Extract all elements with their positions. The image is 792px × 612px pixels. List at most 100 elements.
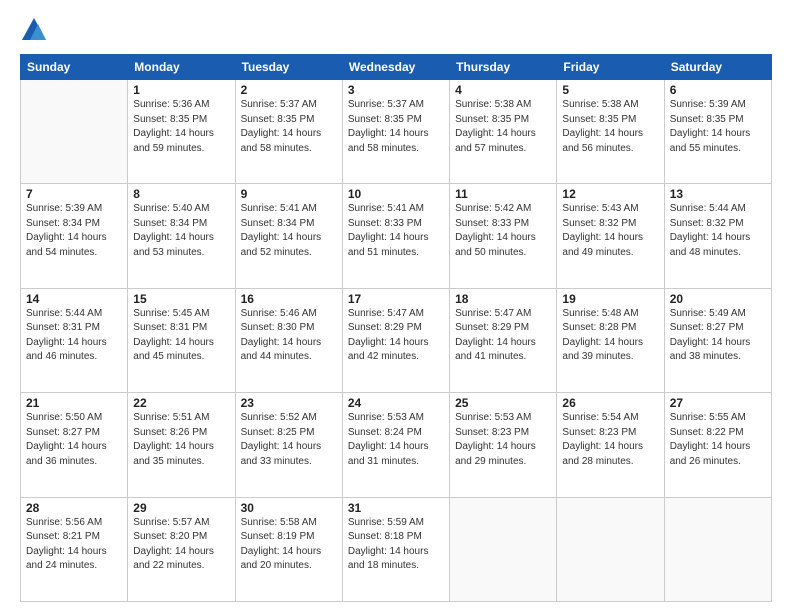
header — [20, 16, 772, 44]
calendar-cell: 26Sunrise: 5:54 AMSunset: 8:23 PMDayligh… — [557, 393, 664, 497]
day-number: 19 — [562, 292, 658, 306]
day-number: 1 — [133, 83, 229, 97]
day-number: 16 — [241, 292, 337, 306]
day-info: Sunrise: 5:53 AMSunset: 8:23 PMDaylight:… — [455, 411, 551, 469]
calendar-cell: 18Sunrise: 5:47 AMSunset: 8:29 PMDayligh… — [450, 288, 557, 392]
day-info: Sunrise: 5:42 AMSunset: 8:33 PMDaylight:… — [455, 202, 551, 260]
calendar-week-1: 1Sunrise: 5:36 AMSunset: 8:35 PMDaylight… — [21, 80, 772, 184]
day-info: Sunrise: 5:39 AMSunset: 8:35 PMDaylight:… — [670, 98, 766, 156]
day-info: Sunrise: 5:51 AMSunset: 8:26 PMDaylight:… — [133, 411, 229, 469]
calendar-cell: 13Sunrise: 5:44 AMSunset: 8:32 PMDayligh… — [664, 184, 771, 288]
calendar-cell: 11Sunrise: 5:42 AMSunset: 8:33 PMDayligh… — [450, 184, 557, 288]
day-info: Sunrise: 5:37 AMSunset: 8:35 PMDaylight:… — [348, 98, 444, 156]
day-info: Sunrise: 5:58 AMSunset: 8:19 PMDaylight:… — [241, 516, 337, 574]
calendar-cell: 15Sunrise: 5:45 AMSunset: 8:31 PMDayligh… — [128, 288, 235, 392]
day-info: Sunrise: 5:49 AMSunset: 8:27 PMDaylight:… — [670, 307, 766, 365]
day-number: 6 — [670, 83, 766, 97]
day-info: Sunrise: 5:39 AMSunset: 8:34 PMDaylight:… — [26, 202, 122, 260]
calendar-cell: 5Sunrise: 5:38 AMSunset: 8:35 PMDaylight… — [557, 80, 664, 184]
calendar-cell: 9Sunrise: 5:41 AMSunset: 8:34 PMDaylight… — [235, 184, 342, 288]
day-number: 25 — [455, 396, 551, 410]
calendar-header-sunday: Sunday — [21, 55, 128, 80]
day-info: Sunrise: 5:56 AMSunset: 8:21 PMDaylight:… — [26, 516, 122, 574]
calendar-header-friday: Friday — [557, 55, 664, 80]
day-info: Sunrise: 5:40 AMSunset: 8:34 PMDaylight:… — [133, 202, 229, 260]
calendar-cell: 31Sunrise: 5:59 AMSunset: 8:18 PMDayligh… — [342, 497, 449, 601]
calendar-cell: 30Sunrise: 5:58 AMSunset: 8:19 PMDayligh… — [235, 497, 342, 601]
day-number: 28 — [26, 501, 122, 515]
day-info: Sunrise: 5:47 AMSunset: 8:29 PMDaylight:… — [455, 307, 551, 365]
day-number: 5 — [562, 83, 658, 97]
calendar-cell: 3Sunrise: 5:37 AMSunset: 8:35 PMDaylight… — [342, 80, 449, 184]
day-info: Sunrise: 5:50 AMSunset: 8:27 PMDaylight:… — [26, 411, 122, 469]
logo — [20, 16, 52, 44]
day-number: 11 — [455, 187, 551, 201]
calendar-week-5: 28Sunrise: 5:56 AMSunset: 8:21 PMDayligh… — [21, 497, 772, 601]
calendar-week-4: 21Sunrise: 5:50 AMSunset: 8:27 PMDayligh… — [21, 393, 772, 497]
day-number: 2 — [241, 83, 337, 97]
calendar-cell: 1Sunrise: 5:36 AMSunset: 8:35 PMDaylight… — [128, 80, 235, 184]
day-info: Sunrise: 5:44 AMSunset: 8:31 PMDaylight:… — [26, 307, 122, 365]
day-number: 21 — [26, 396, 122, 410]
day-info: Sunrise: 5:46 AMSunset: 8:30 PMDaylight:… — [241, 307, 337, 365]
calendar-cell: 16Sunrise: 5:46 AMSunset: 8:30 PMDayligh… — [235, 288, 342, 392]
calendar-cell: 7Sunrise: 5:39 AMSunset: 8:34 PMDaylight… — [21, 184, 128, 288]
day-number: 29 — [133, 501, 229, 515]
calendar-cell: 27Sunrise: 5:55 AMSunset: 8:22 PMDayligh… — [664, 393, 771, 497]
calendar-header-monday: Monday — [128, 55, 235, 80]
day-number: 13 — [670, 187, 766, 201]
logo-icon — [20, 16, 48, 44]
calendar-cell: 12Sunrise: 5:43 AMSunset: 8:32 PMDayligh… — [557, 184, 664, 288]
day-info: Sunrise: 5:45 AMSunset: 8:31 PMDaylight:… — [133, 307, 229, 365]
calendar-cell: 6Sunrise: 5:39 AMSunset: 8:35 PMDaylight… — [664, 80, 771, 184]
day-number: 3 — [348, 83, 444, 97]
day-number: 20 — [670, 292, 766, 306]
day-number: 24 — [348, 396, 444, 410]
day-info: Sunrise: 5:41 AMSunset: 8:34 PMDaylight:… — [241, 202, 337, 260]
calendar-header-thursday: Thursday — [450, 55, 557, 80]
day-number: 26 — [562, 396, 658, 410]
day-number: 22 — [133, 396, 229, 410]
calendar-cell: 21Sunrise: 5:50 AMSunset: 8:27 PMDayligh… — [21, 393, 128, 497]
day-number: 7 — [26, 187, 122, 201]
calendar-week-2: 7Sunrise: 5:39 AMSunset: 8:34 PMDaylight… — [21, 184, 772, 288]
day-info: Sunrise: 5:53 AMSunset: 8:24 PMDaylight:… — [348, 411, 444, 469]
calendar-cell: 14Sunrise: 5:44 AMSunset: 8:31 PMDayligh… — [21, 288, 128, 392]
calendar-week-3: 14Sunrise: 5:44 AMSunset: 8:31 PMDayligh… — [21, 288, 772, 392]
calendar-cell — [450, 497, 557, 601]
day-info: Sunrise: 5:55 AMSunset: 8:22 PMDaylight:… — [670, 411, 766, 469]
day-info: Sunrise: 5:41 AMSunset: 8:33 PMDaylight:… — [348, 202, 444, 260]
calendar-header-tuesday: Tuesday — [235, 55, 342, 80]
calendar-cell: 20Sunrise: 5:49 AMSunset: 8:27 PMDayligh… — [664, 288, 771, 392]
calendar-cell: 10Sunrise: 5:41 AMSunset: 8:33 PMDayligh… — [342, 184, 449, 288]
day-number: 8 — [133, 187, 229, 201]
day-number: 10 — [348, 187, 444, 201]
calendar-header-wednesday: Wednesday — [342, 55, 449, 80]
calendar-cell — [664, 497, 771, 601]
calendar-cell: 28Sunrise: 5:56 AMSunset: 8:21 PMDayligh… — [21, 497, 128, 601]
day-info: Sunrise: 5:59 AMSunset: 8:18 PMDaylight:… — [348, 516, 444, 574]
calendar-cell: 2Sunrise: 5:37 AMSunset: 8:35 PMDaylight… — [235, 80, 342, 184]
day-number: 14 — [26, 292, 122, 306]
calendar-cell: 23Sunrise: 5:52 AMSunset: 8:25 PMDayligh… — [235, 393, 342, 497]
day-number: 12 — [562, 187, 658, 201]
calendar-cell: 25Sunrise: 5:53 AMSunset: 8:23 PMDayligh… — [450, 393, 557, 497]
day-info: Sunrise: 5:54 AMSunset: 8:23 PMDaylight:… — [562, 411, 658, 469]
day-info: Sunrise: 5:47 AMSunset: 8:29 PMDaylight:… — [348, 307, 444, 365]
day-number: 17 — [348, 292, 444, 306]
day-number: 31 — [348, 501, 444, 515]
calendar-cell: 17Sunrise: 5:47 AMSunset: 8:29 PMDayligh… — [342, 288, 449, 392]
day-info: Sunrise: 5:52 AMSunset: 8:25 PMDaylight:… — [241, 411, 337, 469]
day-number: 4 — [455, 83, 551, 97]
day-info: Sunrise: 5:38 AMSunset: 8:35 PMDaylight:… — [455, 98, 551, 156]
calendar-table: SundayMondayTuesdayWednesdayThursdayFrid… — [20, 54, 772, 602]
day-info: Sunrise: 5:43 AMSunset: 8:32 PMDaylight:… — [562, 202, 658, 260]
calendar-cell: 19Sunrise: 5:48 AMSunset: 8:28 PMDayligh… — [557, 288, 664, 392]
calendar-cell — [557, 497, 664, 601]
day-info: Sunrise: 5:48 AMSunset: 8:28 PMDaylight:… — [562, 307, 658, 365]
day-number: 18 — [455, 292, 551, 306]
day-number: 30 — [241, 501, 337, 515]
day-number: 9 — [241, 187, 337, 201]
day-info: Sunrise: 5:37 AMSunset: 8:35 PMDaylight:… — [241, 98, 337, 156]
calendar-cell: 29Sunrise: 5:57 AMSunset: 8:20 PMDayligh… — [128, 497, 235, 601]
